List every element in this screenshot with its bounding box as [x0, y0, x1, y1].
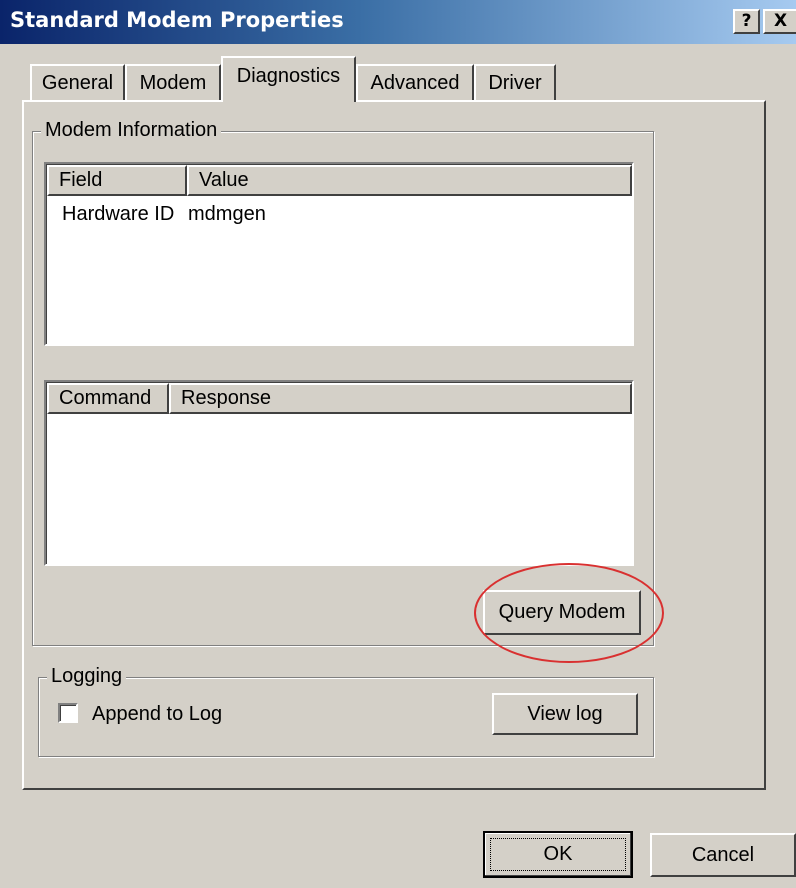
modem-info-list-header: Field Value — [47, 165, 632, 196]
command-response-list[interactable]: Command Response — [44, 380, 634, 566]
column-value[interactable]: Value — [187, 165, 632, 196]
modem-info-list[interactable]: Field Value Hardware ID mdmgen — [44, 162, 634, 346]
append-to-log-checkbox[interactable] — [58, 703, 78, 723]
tab-advanced[interactable]: Advanced — [356, 64, 474, 102]
help-icon: ? — [741, 11, 752, 31]
column-command[interactable]: Command — [47, 383, 169, 414]
command-response-list-header: Command Response — [47, 383, 632, 414]
tab-diagnostics[interactable]: Diagnostics — [221, 56, 356, 102]
window-title: Standard Modem Properties — [10, 8, 344, 32]
cancel-button[interactable]: Cancel — [650, 833, 796, 877]
column-response[interactable]: Response — [169, 383, 632, 414]
view-log-button[interactable]: View log — [492, 693, 638, 735]
title-bar: Standard Modem Properties ? X — [0, 0, 796, 44]
cell-field: Hardware ID — [62, 203, 175, 225]
ok-button-label: OK — [543, 843, 573, 865]
tab-modem[interactable]: Modem — [125, 64, 221, 102]
modem-information-label: Modem Information — [41, 118, 222, 142]
logging-label: Logging — [47, 664, 127, 688]
ok-button[interactable]: OK — [483, 831, 633, 878]
query-modem-button[interactable]: Query Modem — [483, 590, 641, 635]
close-button[interactable]: X — [763, 9, 796, 34]
column-field[interactable]: Field — [47, 165, 187, 196]
help-button[interactable]: ? — [733, 9, 760, 34]
close-icon: X — [773, 11, 788, 31]
tab-general[interactable]: General — [30, 64, 125, 102]
append-to-log-label[interactable]: Append to Log — [92, 702, 222, 726]
cell-value: mdmgen — [188, 203, 266, 225]
tab-driver[interactable]: Driver — [474, 64, 556, 102]
